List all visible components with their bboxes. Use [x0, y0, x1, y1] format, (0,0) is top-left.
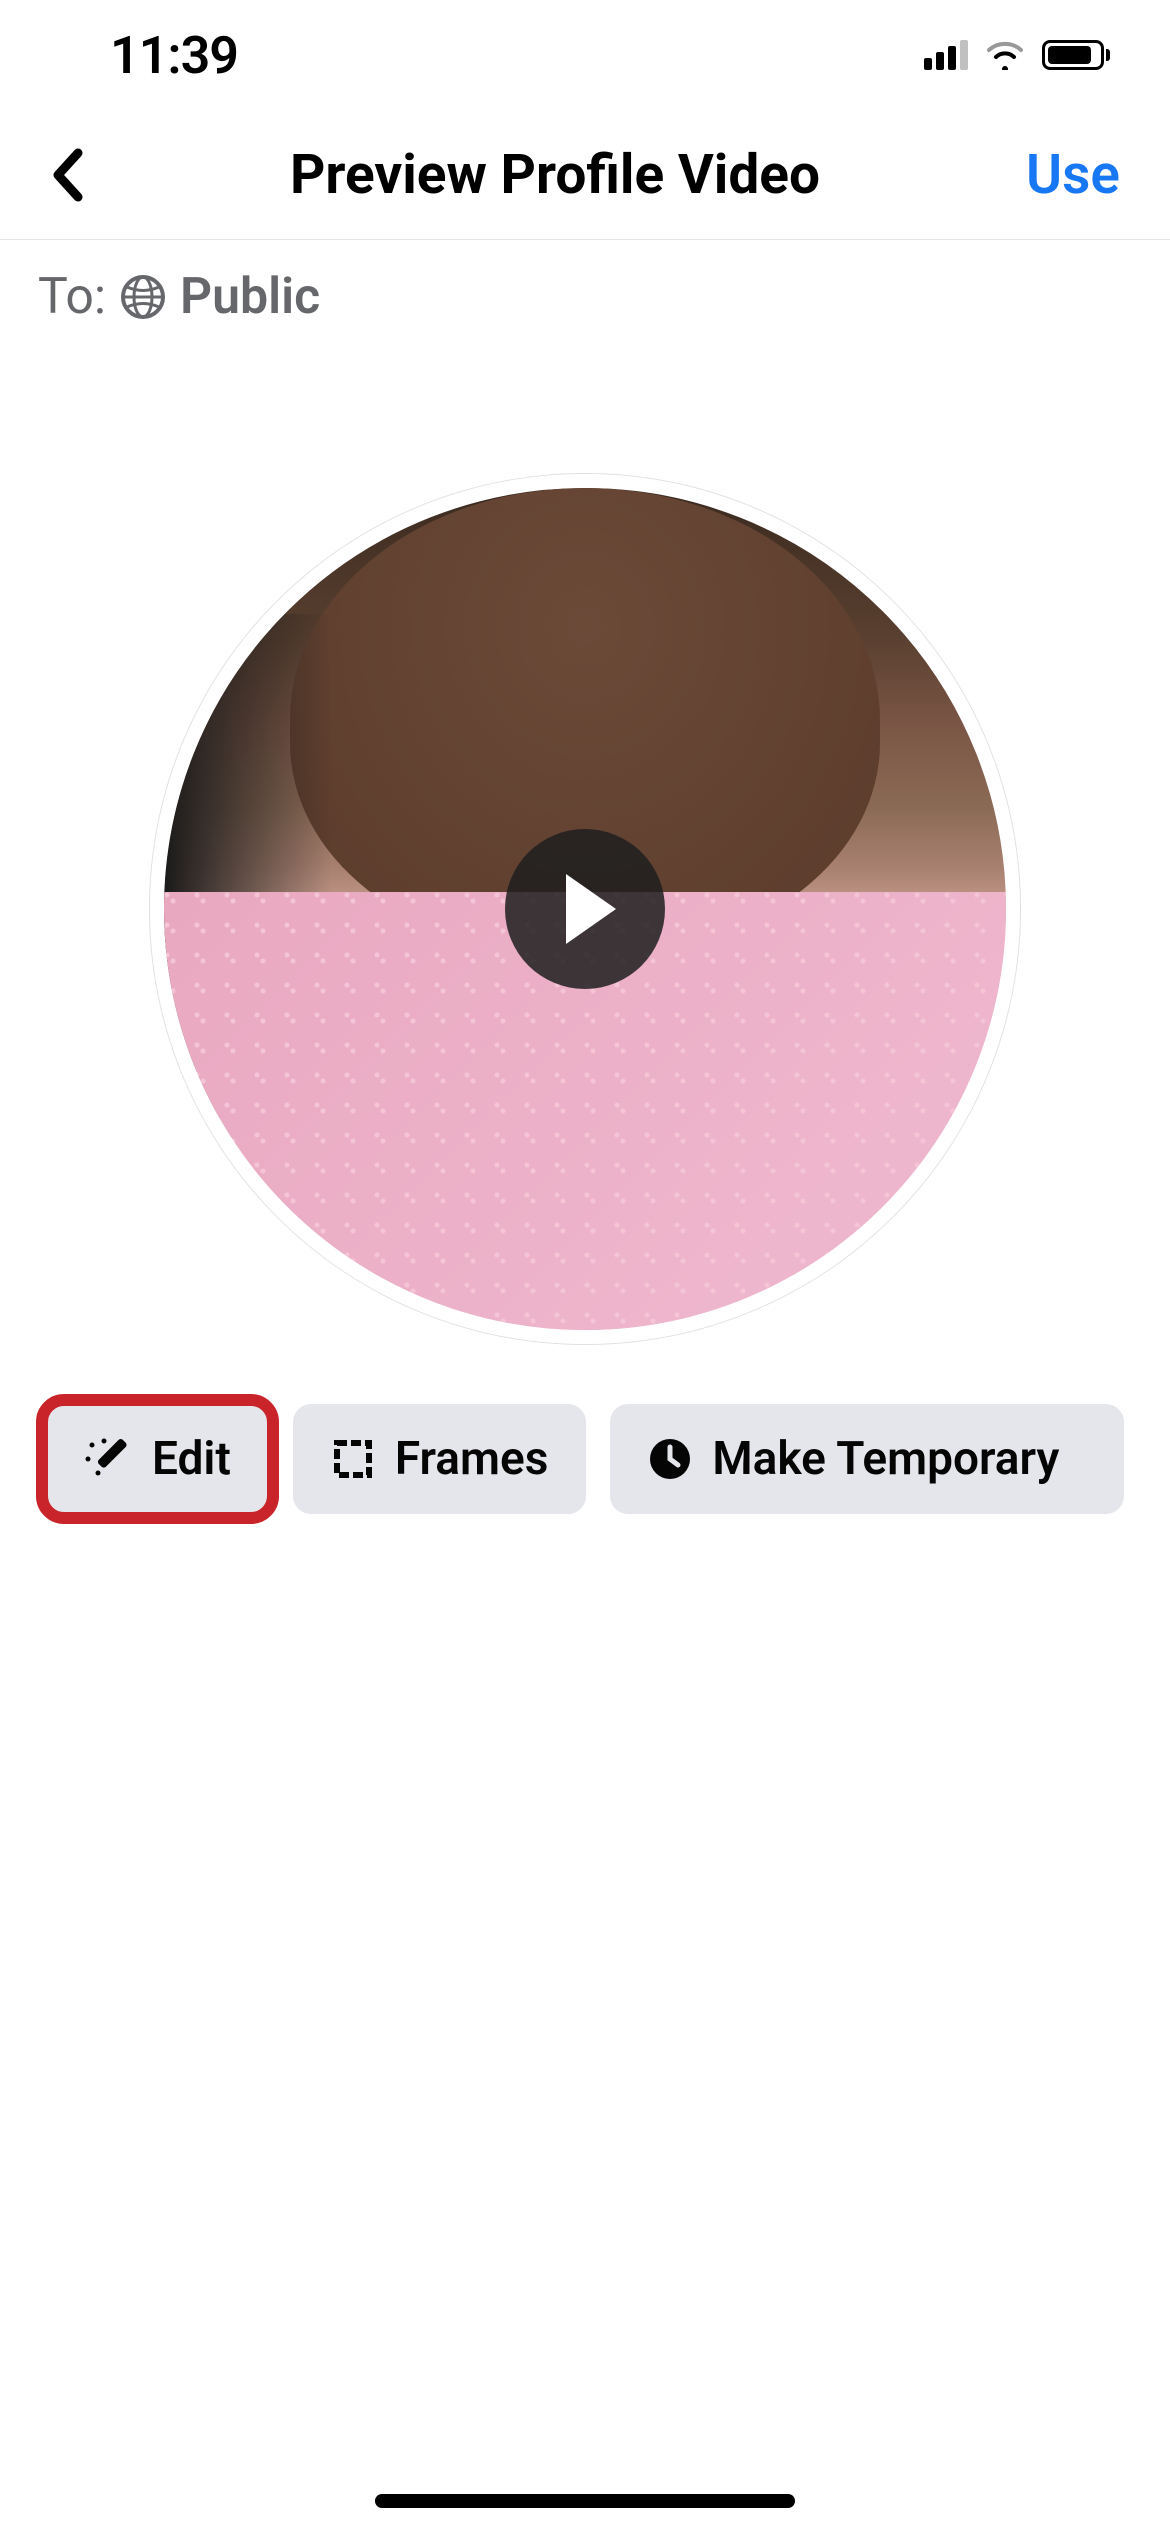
edit-button[interactable]: Edit — [46, 1404, 269, 1514]
action-buttons-row: Edit Frames Make Temporary — [0, 1344, 1170, 1514]
audience-value: Public — [180, 268, 320, 326]
frame-icon — [331, 1437, 375, 1481]
cellular-signal-icon — [924, 40, 968, 70]
play-button[interactable] — [505, 829, 665, 989]
make-temporary-label: Make Temporary — [712, 1432, 1059, 1486]
globe-icon — [120, 274, 166, 320]
battery-icon — [1042, 40, 1110, 70]
play-icon — [566, 874, 616, 944]
status-icons — [924, 40, 1110, 70]
page-title: Preview Profile Video — [290, 143, 820, 207]
make-temporary-button[interactable]: Make Temporary — [610, 1404, 1124, 1514]
edit-label: Edit — [152, 1432, 231, 1486]
clock-icon — [648, 1437, 692, 1481]
use-button[interactable]: Use — [1000, 143, 1120, 207]
back-button[interactable] — [50, 147, 110, 203]
frames-button[interactable]: Frames — [293, 1404, 587, 1514]
profile-video-preview[interactable] — [150, 474, 1020, 1344]
audience-selector[interactable]: To: Public — [0, 240, 1170, 354]
magic-wand-icon — [84, 1435, 132, 1483]
frames-label: Frames — [395, 1432, 549, 1486]
audience-to-label: To: — [38, 268, 106, 326]
wifi-icon — [984, 40, 1026, 70]
status-time: 11:39 — [110, 25, 238, 86]
chevron-left-icon — [50, 147, 86, 203]
navigation-bar: Preview Profile Video Use — [0, 110, 1170, 240]
status-bar: 11:39 — [0, 0, 1170, 110]
video-preview-container — [0, 354, 1170, 1344]
home-indicator[interactable] — [375, 2494, 795, 2508]
